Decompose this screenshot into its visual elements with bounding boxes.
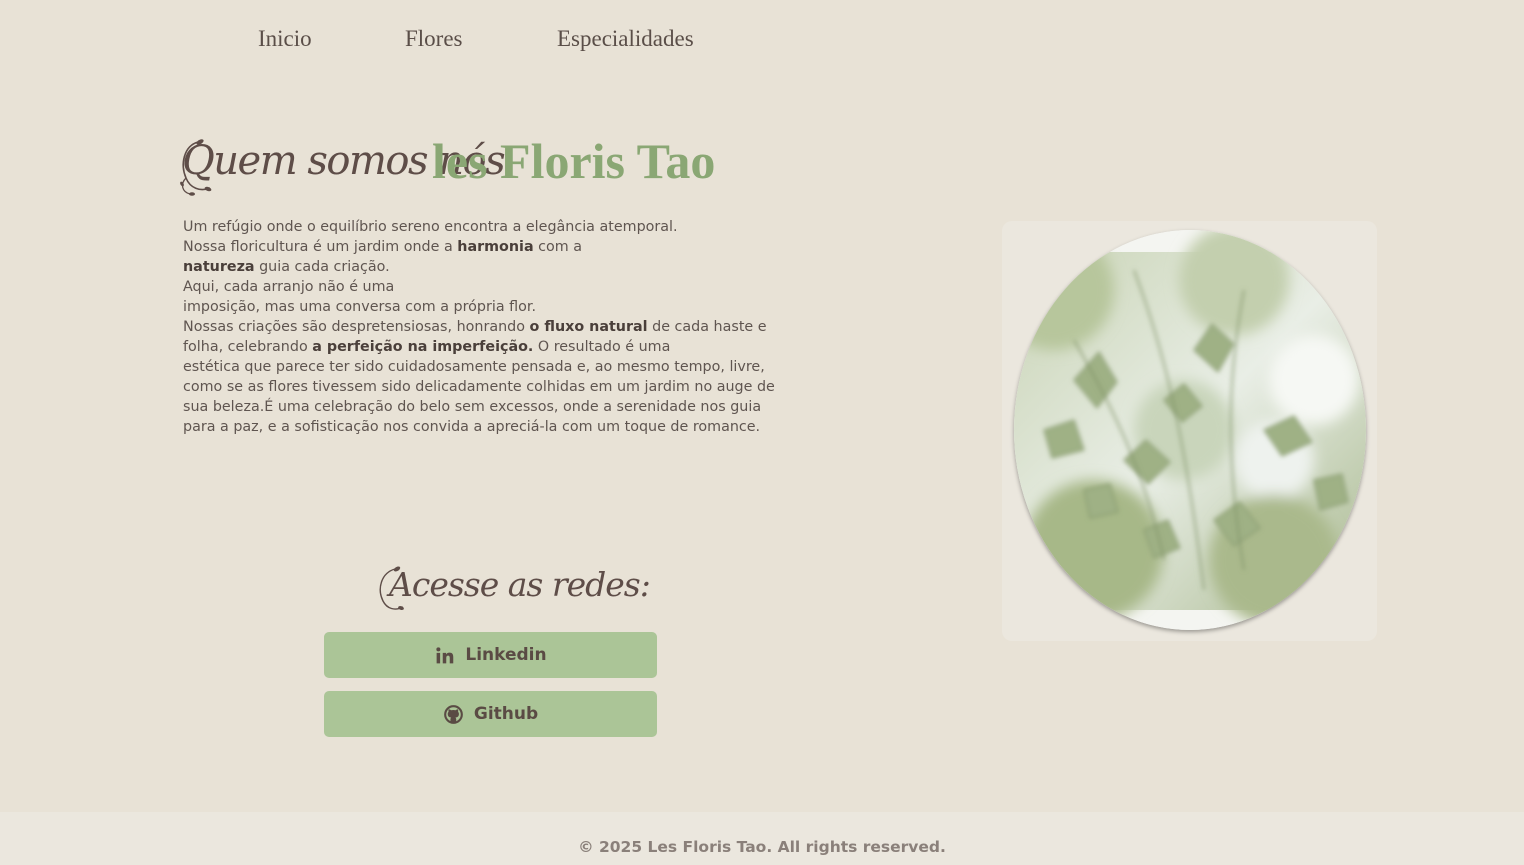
main-nav: Inicio Flores Especialidades (0, 26, 1524, 58)
photo-card (1002, 221, 1377, 641)
about-text-segment: com a (533, 239, 582, 255)
github-button[interactable]: Github (324, 691, 657, 737)
about-line: sua beleza.É uma celebração do belo sem … (183, 397, 803, 417)
about-line: folha, celebrando a perfeição na imperfe… (183, 337, 803, 357)
about-text-segment: sua beleza.É uma celebração do belo sem … (183, 399, 762, 415)
about-emphasis: harmonia (457, 239, 534, 255)
about-text-segment: para a paz, e a sofisticação nos convida… (183, 419, 761, 435)
github-icon (443, 704, 463, 724)
about-text-segment: Nossa floricultura é um jardim onde a (183, 239, 458, 255)
about-line: Aqui, cada arranjo não é uma (183, 277, 803, 297)
about-line: natureza guia cada criação. (183, 257, 803, 277)
about-line: estética que parece ter sido cuidadosame… (183, 357, 803, 377)
about-text-segment: como se as flores tivessem sido delicada… (183, 379, 775, 395)
about-line: imposição, mas uma conversa com a própri… (183, 297, 803, 317)
about-text-segment: Aqui, cada arranjo não é uma (183, 279, 395, 295)
about-emphasis: o fluxo natural (529, 319, 648, 335)
linkedin-label: Linkedin (465, 645, 547, 665)
linkedin-icon (436, 646, 454, 663)
about-line: para a paz, e a sofisticação nos convida… (183, 417, 803, 437)
about-emphasis: a perfeição na imperfeição. (312, 339, 534, 355)
about-text-segment: guia cada criação. (254, 259, 390, 275)
nav-link-inicio[interactable]: Inicio (258, 26, 312, 52)
about-line: Nossa floricultura é um jardim onde a ha… (183, 237, 803, 257)
hydrangea-photo (1014, 230, 1366, 630)
about-line: Um refúgio onde o equilíbrio sereno enco… (183, 217, 803, 237)
about-text-segment: Nossas criações são despretensiosas, hon… (183, 319, 530, 335)
footer: © 2025 Les Floris Tao. All rights reserv… (0, 812, 1524, 865)
heading-brand-title: les Floris Tao (432, 133, 716, 189)
nav-link-especialidades[interactable]: Especialidades (557, 26, 694, 52)
social-heading: Acesse as redes: (375, 563, 651, 613)
page-heading: Quem somos nós les Floris Tao (180, 132, 800, 198)
about-text-segment: folha, celebrando (183, 339, 313, 355)
social-title: Acesse as redes: (389, 565, 651, 604)
about-emphasis: natureza (183, 259, 255, 275)
about-text-segment: de cada haste e (647, 319, 767, 335)
github-label: Github (473, 704, 539, 724)
linkedin-button[interactable]: Linkedin (324, 632, 657, 678)
about-text-segment: O resultado é uma (533, 339, 671, 355)
about-text-segment: estética que parece ter sido cuidadosame… (183, 359, 765, 375)
footer-copyright: © 2025 Les Floris Tao. All rights reserv… (578, 838, 946, 856)
about-line: como se as flores tivessem sido delicada… (183, 377, 803, 397)
about-line: Nossas criações são despretensiosas, hon… (183, 317, 803, 337)
about-text-segment: Um refúgio onde o equilíbrio sereno enco… (183, 219, 678, 235)
nav-link-flores[interactable]: Flores (405, 26, 463, 52)
about-text-segment: imposição, mas uma conversa com a própri… (183, 299, 536, 315)
about-text: Um refúgio onde o equilíbrio sereno enco… (183, 217, 803, 437)
